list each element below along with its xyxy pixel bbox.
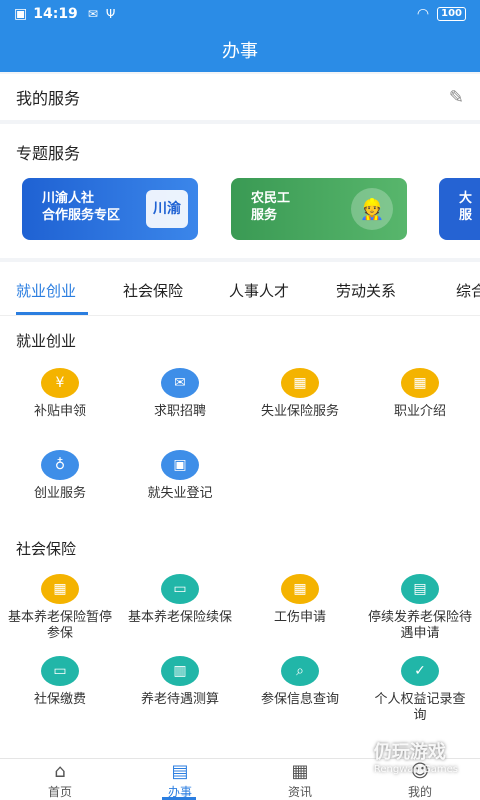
service-item[interactable]: ▭ 基本养老保险续保 [120,574,240,626]
calc-icon: ▥ [161,656,199,686]
service-grid: 就业创业 ¥ 补贴申领 ✉ 求职招聘 ▦ 失业保险服务 ▦ 职业介绍 ♁ 创业服… [0,316,480,758]
service-label: 停续发养老保险待遇申请 [367,610,472,641]
service-item[interactable]: ✓ 个人权益记录查询 [360,656,480,724]
chuanyu-service-card[interactable]: 川渝人社 合作服务专区 川渝 [22,178,198,240]
card-icon: ▭ [161,574,199,604]
service-item[interactable]: ▭ 社保缴费 [0,656,120,708]
service-item[interactable]: ▦ 工伤申请 [240,574,360,626]
partial-service-card[interactable]: 大 服 [439,178,480,240]
service-item[interactable]: ▦ 职业介绍 [360,368,480,420]
notification-icon: ▣ [14,6,28,22]
topic-service-title: 专题服务 [16,144,81,163]
migrant-worker-card[interactable]: 农民工 服务 👷 [231,178,407,240]
card-line1: 大 [459,191,473,206]
battery-indicator: 100 [437,7,466,21]
status-bar: ▣ 14:19 ✉ Ψ ◠ 100 [0,0,480,28]
search-card-icon: ⌕ [281,656,319,686]
tab-personnel[interactable]: 人事人才 [229,280,289,301]
service-label: 求职招聘 [153,404,206,419]
service-item[interactable]: ▤ 停续发养老保险待遇申请 [360,574,480,642]
watermark: 仍玩游戏 Rengwan Games [374,738,458,775]
chuanyu-logo-icon: 川渝 [146,190,188,228]
service-item[interactable]: ¥ 补贴申领 [0,368,120,420]
my-service-title: 我的服务 [16,89,81,108]
service-item[interactable]: ▥ 养老待遇测算 [120,656,240,708]
service-item[interactable]: ♁ 创业服务 [0,450,120,502]
service-item[interactable]: ▦ 基本养老保险暂停参保 [0,574,120,642]
home-icon: ⌂ [54,761,66,782]
box-icon: ▦ [281,368,319,398]
page-title: 办事 [0,28,480,72]
service-label: 社保缴费 [33,692,86,707]
tab-social-insurance[interactable]: 社会保险 [123,280,183,301]
nav-label: 资讯 [287,785,312,799]
active-tab-underline [16,312,88,315]
usb-icon: Ψ [105,7,116,21]
service-label: 基本养老保险续保 [127,610,232,625]
worker-icon: 👷 [351,188,393,230]
nav-home[interactable]: ⌂ 首页 [0,759,120,800]
service-item[interactable]: ▦ 失业保险服务 [240,368,360,420]
payment-icon: ▭ [41,656,79,686]
nav-label: 首页 [47,785,72,799]
service-label: 职业介绍 [393,404,446,419]
topic-service-section: 专题服务 川渝人社 合作服务专区 川渝 农民工 服务 👷 大 服 [0,124,480,258]
service-label: 创业服务 [33,486,86,501]
service-label: 就失业登记 [147,486,213,501]
service-item[interactable]: ▣ 就失业登记 [120,450,240,502]
box-icon: ▦ [401,368,439,398]
news-icon: ▦ [291,761,309,782]
box-icon: ▦ [281,574,319,604]
tab-labor-relations[interactable]: 劳动关系 [336,280,396,301]
shield-icon: ✓ [401,656,439,686]
mail-icon: ✉ [87,7,98,21]
nav-services[interactable]: ▤ 办事 [120,759,240,800]
service-label: 补贴申领 [33,404,86,419]
service-label: 基本养老保险暂停参保 [7,610,112,641]
clock: 14:19 [33,6,78,22]
service-label: 失业保险服务 [260,404,339,419]
doc-icon: ▤ [401,574,439,604]
service-item[interactable]: ✉ 求职招聘 [120,368,240,420]
group-title-social-insurance: 社会保险 [16,540,77,558]
service-label: 工伤申请 [273,610,326,625]
wifi-icon: ◠ [416,6,430,22]
card-line2: 服 [459,208,473,223]
category-tabs: 就业创业 社会保险 人事人才 劳动关系 综合 [0,262,480,316]
tab-employment[interactable]: 就业创业 [16,280,76,301]
service-label: 参保信息查询 [260,692,339,707]
money-bag-icon: ♁ [41,450,79,480]
job-icon: ✉ [161,368,199,398]
tab-comprehensive[interactable]: 综合 [456,280,480,301]
edit-icon[interactable]: ✎ [449,87,464,108]
services-icon: ▤ [171,761,189,782]
service-item[interactable]: ⌕ 参保信息查询 [240,656,360,708]
service-label: 养老待遇测算 [140,692,219,707]
status-icons: ✉ Ψ [88,7,116,21]
my-service-section: 我的服务 ✎ [0,74,480,120]
watermark-cn: 仍玩游戏 [373,742,446,763]
subsidy-icon: ¥ [41,368,79,398]
service-label: 个人权益记录查询 [374,692,466,723]
group-title-employment: 就业创业 [16,332,77,350]
briefcase-icon: ▣ [161,450,199,480]
watermark-en: Rengwan Games [373,764,458,775]
box-icon: ▦ [41,574,79,604]
nav-label: 我的 [407,785,432,799]
nav-news[interactable]: ▦ 资讯 [240,759,360,800]
